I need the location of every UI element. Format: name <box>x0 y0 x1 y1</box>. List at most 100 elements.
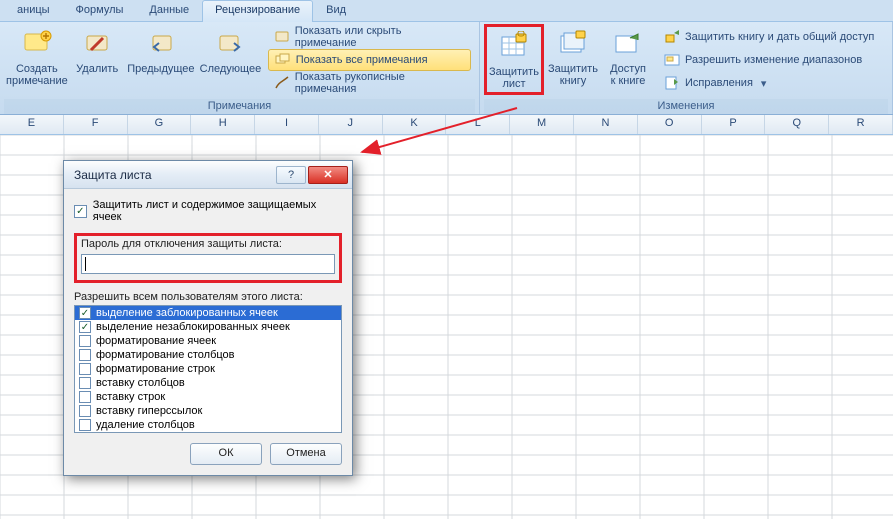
checkbox-icon <box>79 419 91 431</box>
next-comment-label: Следующее <box>200 63 262 75</box>
permission-label: форматирование ячеек <box>96 335 216 347</box>
lock-share-icon <box>664 29 680 45</box>
dialog-help-button[interactable]: ? <box>276 166 306 184</box>
permission-item[interactable]: форматирование столбцов <box>75 348 341 362</box>
show-hide-comment-label: Показать или скрыть примечание <box>295 25 465 49</box>
ribbon-tabs: аницы Формулы Данные Рецензирование Вид <box>0 0 893 22</box>
changes-options: Защитить книгу и дать общий доступ Разре… <box>654 24 884 96</box>
permission-label: удаление столбцов <box>96 419 195 431</box>
tab-view[interactable]: Вид <box>313 0 359 22</box>
column-header[interactable]: L <box>446 115 510 134</box>
column-header[interactable]: J <box>319 115 383 134</box>
prev-comment-button[interactable]: Предыдущее <box>125 24 198 77</box>
show-ink-button[interactable]: Показать рукописные примечания <box>268 72 471 94</box>
new-comment-icon <box>21 28 53 60</box>
checkbox-icon <box>79 377 91 389</box>
column-header[interactable]: G <box>128 115 192 134</box>
permission-label: форматирование строк <box>96 363 215 375</box>
permission-label: вставку гиперссылок <box>96 405 202 417</box>
permission-item[interactable]: ✓ выделение незаблокированных ячеек <box>75 320 341 334</box>
prev-comment-icon <box>145 28 177 60</box>
protect-book-icon <box>557 28 589 60</box>
column-header[interactable]: E <box>0 115 64 134</box>
protect-book-button[interactable]: Защитить книгу <box>544 24 602 89</box>
permission-label: форматирование столбцов <box>96 349 235 361</box>
checkbox-icon <box>79 363 91 375</box>
column-header[interactable]: M <box>510 115 574 134</box>
next-comment-button[interactable]: Следующее <box>197 24 264 77</box>
ribbon: Создать примечание Удалить Предыдущее Сл… <box>0 22 893 115</box>
dialog-title: Защита листа <box>74 168 152 182</box>
delete-comment-icon <box>81 28 113 60</box>
checkbox-icon: ✓ <box>79 321 91 333</box>
comment-options: Показать или скрыть примечание Показать … <box>264 24 475 96</box>
password-input[interactable] <box>81 254 335 274</box>
new-comment-button[interactable]: Создать примечание <box>4 24 70 89</box>
group-comments-label: Примечания <box>4 99 475 114</box>
checkbox-icon: ✓ <box>79 307 91 319</box>
protect-sheet-button[interactable]: Защитить лист <box>484 24 544 95</box>
allow-ranges-button[interactable]: Разрешить изменение диапазонов <box>658 49 880 71</box>
permission-item[interactable]: ✓ выделение заблокированных ячеек <box>75 306 341 320</box>
permission-label: выделение незаблокированных ячеек <box>96 321 290 333</box>
permission-item[interactable]: вставку гиперссылок <box>75 404 341 418</box>
track-changes-button[interactable]: Исправления ▾ <box>658 72 880 94</box>
track-changes-label: Исправления <box>685 77 753 89</box>
group-changes-label: Изменения <box>484 99 888 114</box>
column-header[interactable]: F <box>64 115 128 134</box>
permissions-list[interactable]: ✓ выделение заблокированных ячеек ✓ выделен… <box>74 305 342 433</box>
text-cursor <box>85 257 86 271</box>
cancel-button[interactable]: Отмена <box>270 443 342 465</box>
checkbox-icon <box>79 391 91 403</box>
protect-sheet-dialog: Защита листа ? ✕ ✓ Защитить лист и содер… <box>63 160 353 476</box>
permission-item[interactable]: вставку столбцов <box>75 376 341 390</box>
protect-book-label: Защитить книгу <box>548 63 598 87</box>
group-comments: Создать примечание Удалить Предыдущее Сл… <box>0 22 480 114</box>
column-header[interactable]: I <box>255 115 319 134</box>
protect-share-label: Защитить книгу и дать общий доступ <box>685 31 874 43</box>
column-header[interactable]: K <box>383 115 447 134</box>
permission-item[interactable]: удаление столбцов <box>75 418 341 432</box>
notes-icon <box>275 52 291 68</box>
column-header[interactable]: R <box>829 115 893 134</box>
checkbox-icon: ✓ <box>74 205 87 218</box>
show-hide-comment-button[interactable]: Показать или скрыть примечание <box>268 26 471 48</box>
share-book-label: Доступ к книге <box>610 63 646 87</box>
permission-label: выделение заблокированных ячеек <box>96 307 278 319</box>
protect-content-checkbox-row[interactable]: ✓ Защитить лист и содержимое защищаемых … <box>74 199 342 223</box>
permission-item[interactable]: вставку строк <box>75 390 341 404</box>
show-all-comments-button[interactable]: Показать все примечания <box>268 49 471 71</box>
tab-pages[interactable]: аницы <box>4 0 63 22</box>
ink-icon <box>274 75 290 91</box>
dialog-titlebar[interactable]: Защита листа ? ✕ <box>64 161 352 189</box>
tab-data[interactable]: Данные <box>136 0 202 22</box>
chevron-down-icon: ▾ <box>761 77 767 90</box>
prev-comment-label: Предыдущее <box>127 63 194 75</box>
checkbox-icon <box>79 349 91 361</box>
permission-item[interactable]: форматирование ячеек <box>75 334 341 348</box>
password-section: Пароль для отключения защиты листа: <box>74 233 342 283</box>
share-book-button[interactable]: Доступ к книге <box>602 24 654 89</box>
help-icon: ? <box>288 169 294 181</box>
ok-button[interactable]: ОК <box>190 443 262 465</box>
protect-content-label: Защитить лист и содержимое защищаемых яч… <box>93 199 342 223</box>
column-header[interactable]: N <box>574 115 638 134</box>
permission-item[interactable]: форматирование строк <box>75 362 341 376</box>
delete-comment-label: Удалить <box>76 63 118 75</box>
dialog-close-button[interactable]: ✕ <box>308 166 348 184</box>
show-ink-label: Показать рукописные примечания <box>295 71 465 95</box>
show-all-comments-label: Показать все примечания <box>296 54 428 66</box>
tab-review[interactable]: Рецензирование <box>202 0 313 22</box>
column-header[interactable]: Q <box>765 115 829 134</box>
tab-formulas[interactable]: Формулы <box>63 0 137 22</box>
checkbox-icon <box>79 405 91 417</box>
column-header[interactable]: P <box>702 115 766 134</box>
share-book-icon <box>612 28 644 60</box>
permission-label: вставку строк <box>96 391 165 403</box>
permission-item[interactable]: удаление строк <box>75 432 341 433</box>
group-changes: Защитить лист Защитить книгу Доступ к кн… <box>480 22 893 114</box>
column-header[interactable]: O <box>638 115 702 134</box>
delete-comment-button[interactable]: Удалить <box>70 24 125 77</box>
column-header[interactable]: H <box>191 115 255 134</box>
protect-share-button[interactable]: Защитить книгу и дать общий доступ <box>658 26 880 48</box>
